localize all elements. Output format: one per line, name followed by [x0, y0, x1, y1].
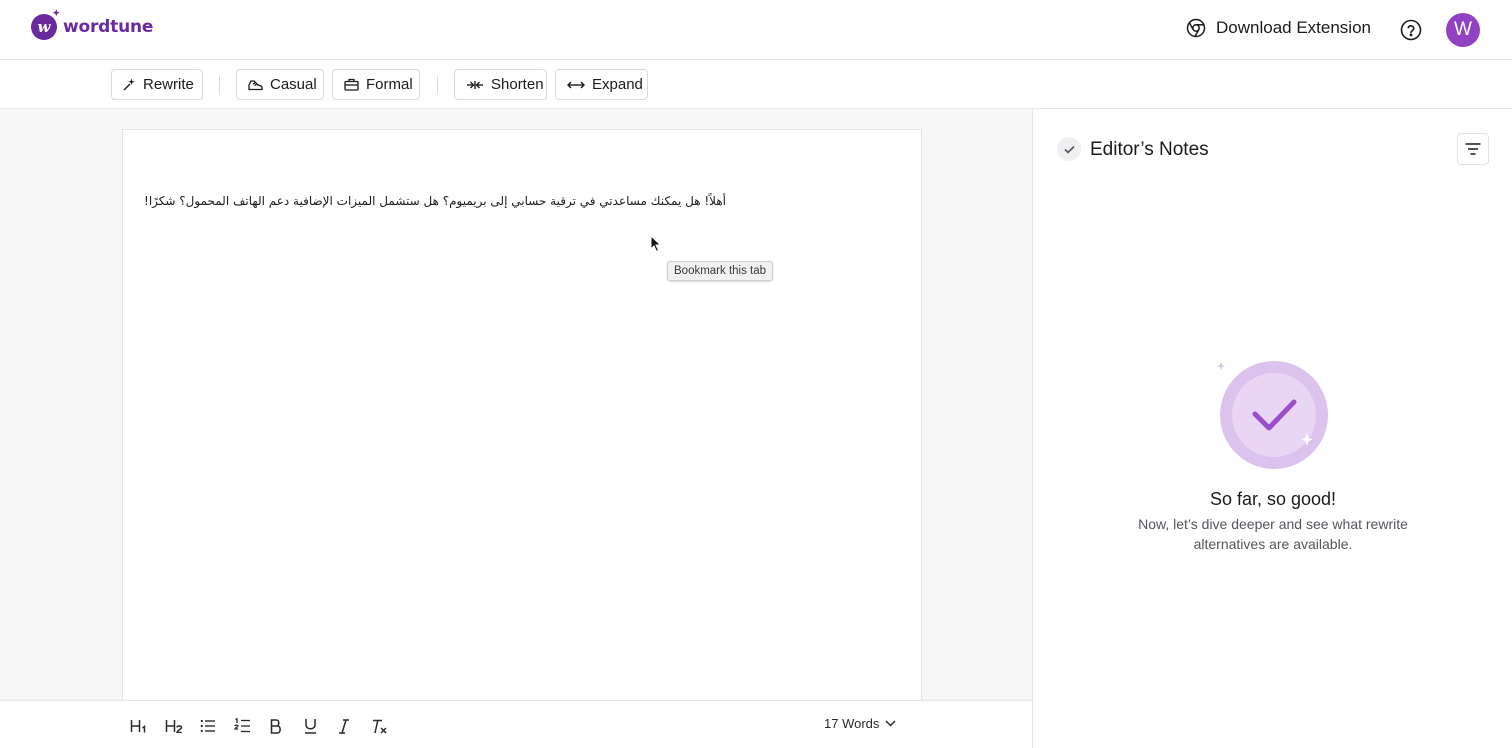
chrome-icon [1186, 18, 1206, 38]
shorten-arrows-icon [467, 80, 483, 89]
casual-button[interactable]: Casual [236, 69, 324, 100]
app-header: w ✦ wordtune Download Extension W [0, 0, 1512, 60]
rewrite-toolbar: Rewrite Casual Formal Shorten Expand [0, 60, 1512, 109]
underline-button[interactable] [299, 715, 321, 737]
filter-icon [1465, 143, 1481, 155]
expand-button[interactable]: Expand [555, 69, 648, 100]
heading-2-icon [165, 720, 183, 733]
toolbar-divider [219, 76, 220, 94]
bullet-list-button[interactable] [197, 715, 219, 737]
briefcase-icon [344, 78, 359, 91]
download-extension-label: Download Extension [1216, 18, 1371, 37]
empty-state-title: So far, so good! [1209, 489, 1337, 509]
logo-text: wordtune [63, 17, 154, 37]
mouse-cursor-icon [650, 235, 662, 253]
sneaker-icon [248, 79, 263, 90]
editors-notes-panel: Editor’s Notes So far, so good! Now, let… [1032, 109, 1512, 748]
underline-icon [304, 719, 316, 734]
user-avatar[interactable]: W [1446, 13, 1480, 47]
heading-1-icon [130, 720, 146, 733]
numbered-list-button[interactable] [231, 715, 253, 737]
format-bar: 17 Words [0, 700, 1032, 748]
heading-2-button[interactable] [163, 715, 185, 737]
check-icon [1057, 137, 1081, 161]
wordtune-logo[interactable]: w ✦ wordtune [31, 9, 154, 40]
chevron-down-icon [885, 720, 896, 727]
expand-arrows-icon [567, 81, 585, 88]
bold-icon [270, 718, 281, 734]
clear-formatting-icon [373, 719, 387, 734]
filter-button[interactable] [1457, 133, 1489, 165]
notes-title: Editor’s Notes [1090, 139, 1209, 160]
formal-button[interactable]: Formal [332, 69, 420, 100]
casual-label: Casual [270, 76, 317, 93]
editor-text[interactable]: أهلاً! هل يمكنك مساعدتي في ترقية حسابي إ… [144, 194, 726, 208]
sparkle-icon [123, 78, 135, 91]
bold-button[interactable] [265, 715, 287, 737]
rewrite-button[interactable]: Rewrite [111, 69, 203, 100]
success-check-illustration [1217, 361, 1328, 469]
wordtune-logo-icon: w ✦ [31, 9, 60, 40]
bookmark-tooltip: Bookmark this tab [667, 261, 774, 281]
help-icon[interactable] [1400, 19, 1422, 41]
expand-label: Expand [592, 76, 643, 93]
heading-1-button[interactable] [128, 715, 150, 737]
shorten-button[interactable]: Shorten [454, 69, 547, 100]
italic-button[interactable] [333, 715, 355, 737]
formal-label: Formal [366, 76, 413, 93]
numbered-list-icon [233, 718, 250, 733]
italic-icon [339, 718, 349, 734]
toolbar-divider [437, 76, 438, 94]
word-count-dropdown[interactable]: 17 Words [824, 716, 896, 731]
word-count-label: 17 Words [824, 716, 880, 731]
rewrite-label: Rewrite [143, 76, 194, 93]
clear-formatting-button[interactable] [368, 715, 390, 737]
download-extension-button[interactable]: Download Extension [1186, 18, 1371, 38]
shorten-label: Shorten [491, 76, 544, 93]
editor-document[interactable]: أهلاً! هل يمكنك مساعدتي في ترقية حسابي إ… [122, 129, 922, 709]
empty-state-subtitle: Now, let’s dive deeper and see what rewr… [1138, 516, 1408, 552]
bullet-list-icon [200, 719, 215, 733]
